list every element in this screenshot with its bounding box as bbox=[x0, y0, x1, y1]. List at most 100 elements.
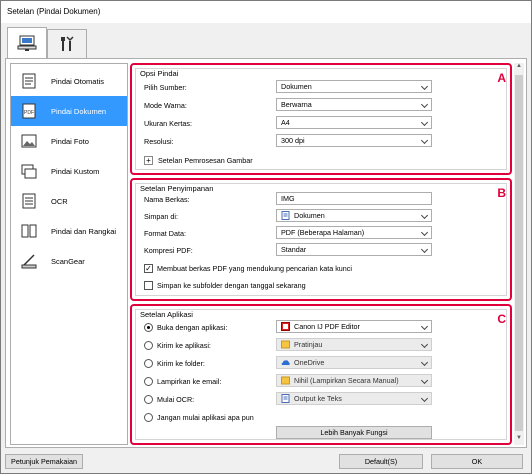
documents-folder-icon bbox=[281, 211, 290, 220]
settings-window: Setelan (Pindai Dokumen) Pindai Otomatis… bbox=[0, 0, 532, 474]
send-to-folder-label: Kirim ke folder: bbox=[157, 358, 205, 368]
scangear-icon bbox=[21, 254, 37, 269]
section-badge-c: C bbox=[497, 312, 506, 326]
resolution-value: 300 dpi bbox=[281, 136, 305, 145]
start-ocr-row[interactable]: Mulai OCR: bbox=[144, 392, 194, 406]
expand-plus-icon[interactable]: + bbox=[144, 155, 153, 165]
section-badge-a: A bbox=[497, 71, 506, 85]
defaults-button[interactable]: Default(S) bbox=[339, 454, 423, 469]
sidebar-item-label: Pindai Kustom bbox=[51, 166, 100, 176]
scroll-up-arrow-icon[interactable]: ▲ bbox=[514, 63, 524, 73]
chevron-down-icon bbox=[420, 376, 429, 385]
attach-email-radio[interactable] bbox=[144, 376, 153, 386]
scroll-down-arrow-icon[interactable]: ▼ bbox=[514, 435, 524, 445]
source-value: Dokumen bbox=[281, 82, 312, 91]
scan-from-computer-icon bbox=[17, 35, 37, 51]
open-with-value: Canon IJ PDF Editor bbox=[294, 322, 360, 331]
tab-bar bbox=[1, 23, 531, 60]
chevron-down-icon bbox=[420, 340, 429, 349]
send-to-folder-value: OneDrive bbox=[294, 358, 325, 367]
more-functions-button[interactable]: Lebih Banyak Fungsi bbox=[276, 426, 432, 439]
settings-content: Pindai Otomatis PDF Pindai Dokumen Pinda… bbox=[5, 58, 527, 448]
pdf-editor-icon bbox=[281, 322, 290, 331]
no-app-row[interactable]: Jangan mulai aplikasi apa pun bbox=[144, 410, 254, 424]
data-format-value: PDF (Beberapa Halaman) bbox=[281, 228, 365, 237]
chevron-down-icon bbox=[420, 82, 429, 91]
file-name-input[interactable]: IMG bbox=[276, 192, 432, 205]
email-folder-icon bbox=[281, 376, 290, 385]
send-to-folder-select[interactable]: OneDrive bbox=[276, 356, 432, 369]
image-processing-row[interactable]: + Setelan Pemrosesan Gambar bbox=[144, 153, 253, 167]
send-to-app-row[interactable]: Kirim ke aplikasi: bbox=[144, 338, 211, 352]
instructions-button[interactable]: Petunjuk Pemakaian bbox=[5, 454, 83, 469]
sidebar-item-scan-and-stitch[interactable]: Pindai dan Rangkai bbox=[11, 216, 127, 246]
color-mode-select[interactable]: Berwarna bbox=[276, 98, 432, 111]
tab-general-settings[interactable] bbox=[47, 29, 87, 59]
sidebar-item-document-scan[interactable]: PDF Pindai Dokumen bbox=[11, 96, 127, 126]
subfolder-date-checkbox[interactable] bbox=[144, 280, 153, 290]
pdf-compression-select[interactable]: Standar bbox=[276, 243, 432, 256]
attach-email-row[interactable]: Lampirkan ke email: bbox=[144, 374, 221, 388]
send-to-folder-radio[interactable] bbox=[144, 358, 153, 368]
searchable-pdf-row[interactable]: ✓ Membuat berkas PDF yang mendukung penc… bbox=[144, 261, 352, 275]
send-to-folder-row[interactable]: Kirim ke folder: bbox=[144, 356, 205, 370]
subfolder-date-row[interactable]: Simpan ke subfolder dengan tanggal sekar… bbox=[144, 278, 306, 292]
ocr-icon bbox=[22, 193, 36, 209]
file-name-row: Nama Berkas: bbox=[144, 192, 190, 206]
searchable-pdf-label: Membuat berkas PDF yang mendukung pencar… bbox=[157, 263, 352, 273]
pdf-compression-row: Kompresi PDF: bbox=[144, 243, 193, 257]
resolution-row: Resolusi: bbox=[144, 134, 174, 148]
data-format-select[interactable]: PDF (Beberapa Halaman) bbox=[276, 226, 432, 239]
attach-email-value: Nihil (Lampirkan Secara Manual) bbox=[294, 376, 399, 385]
chevron-down-icon bbox=[420, 228, 429, 237]
paper-size-row: Ukuran Kertas: bbox=[144, 116, 192, 130]
attach-email-label: Lampirkan ke email: bbox=[157, 376, 222, 386]
send-to-app-label: Kirim ke aplikasi: bbox=[157, 340, 211, 350]
resolution-label: Resolusi: bbox=[144, 136, 174, 146]
send-to-app-radio[interactable] bbox=[144, 340, 153, 350]
chevron-down-icon bbox=[420, 245, 429, 254]
no-app-radio[interactable] bbox=[144, 412, 153, 422]
color-mode-label: Mode Warna: bbox=[144, 100, 187, 110]
auto-scan-icon bbox=[22, 73, 36, 89]
sidebar-item-photo-scan[interactable]: Pindai Foto bbox=[11, 126, 127, 156]
vertical-scrollbar[interactable]: ▲ ▼ bbox=[514, 63, 524, 445]
source-select[interactable]: Dokumen bbox=[276, 80, 432, 93]
send-to-app-select[interactable]: Pratinjau bbox=[276, 338, 432, 351]
data-format-row: Format Data: bbox=[144, 226, 186, 240]
chevron-down-icon bbox=[420, 100, 429, 109]
chevron-down-icon bbox=[420, 358, 429, 367]
sidebar-item-scangear[interactable]: ScanGear bbox=[11, 246, 127, 276]
scroll-thumb[interactable] bbox=[515, 75, 523, 431]
send-to-app-value: Pratinjau bbox=[294, 340, 323, 349]
tab-scan-from-computer[interactable] bbox=[7, 27, 47, 60]
source-label: Pilih Sumber: bbox=[144, 82, 187, 92]
start-ocr-radio[interactable] bbox=[144, 394, 153, 404]
resolution-select[interactable]: 300 dpi bbox=[276, 134, 432, 147]
scan-options-title: Opsi Pindai bbox=[139, 69, 180, 78]
preview-folder-icon bbox=[281, 340, 290, 349]
searchable-pdf-checkbox[interactable]: ✓ bbox=[144, 263, 153, 273]
open-with-select[interactable]: Canon IJ PDF Editor bbox=[276, 320, 432, 333]
chevron-down-icon bbox=[420, 322, 429, 331]
image-processing-label: Setelan Pemrosesan Gambar bbox=[158, 155, 253, 165]
start-ocr-label: Mulai OCR: bbox=[157, 394, 195, 404]
paper-size-label: Ukuran Kertas: bbox=[144, 118, 192, 128]
paper-size-select[interactable]: A4 bbox=[276, 116, 432, 129]
sidebar-item-auto-scan[interactable]: Pindai Otomatis bbox=[11, 66, 127, 96]
document-scan-icon: PDF bbox=[22, 103, 36, 119]
save-in-select[interactable]: Dokumen bbox=[276, 209, 432, 222]
sidebar-item-label: Pindai Dokumen bbox=[51, 106, 107, 116]
section-badge-b: B bbox=[497, 186, 506, 200]
open-with-radio[interactable] bbox=[144, 322, 153, 332]
sidebar-item-custom-scan[interactable]: Pindai Kustom bbox=[11, 156, 127, 186]
attach-email-select[interactable]: Nihil (Lampirkan Secara Manual) bbox=[276, 374, 432, 387]
open-with-row[interactable]: Buka dengan aplikasi: bbox=[144, 320, 227, 334]
start-ocr-select[interactable]: Output ke Teks bbox=[276, 392, 432, 405]
sidebar-item-label: ScanGear bbox=[51, 256, 85, 266]
sidebar-item-ocr[interactable]: OCR bbox=[11, 186, 127, 216]
ok-button[interactable]: OK bbox=[431, 454, 523, 469]
pdf-compression-label: Kompresi PDF: bbox=[144, 245, 193, 255]
sidebar-item-label: Pindai Otomatis bbox=[51, 76, 104, 86]
sidebar-item-label: OCR bbox=[51, 196, 68, 206]
